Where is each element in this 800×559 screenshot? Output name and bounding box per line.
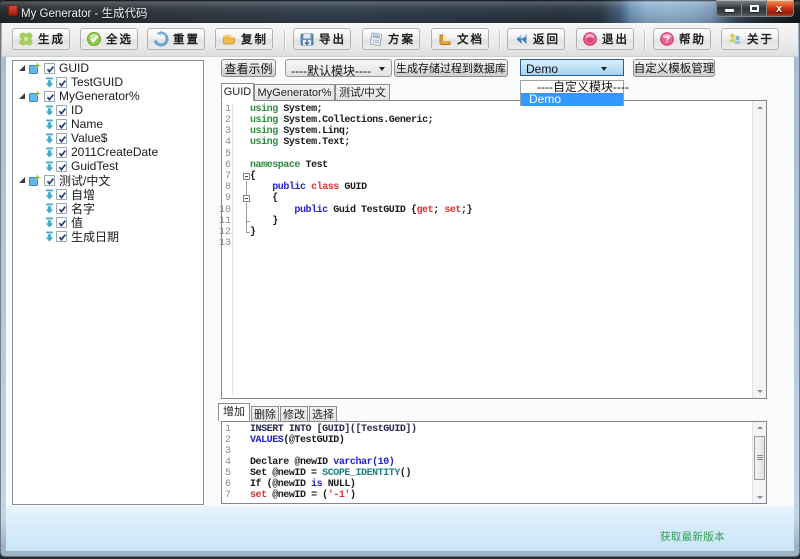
svg-text:?: ? <box>664 35 670 46</box>
